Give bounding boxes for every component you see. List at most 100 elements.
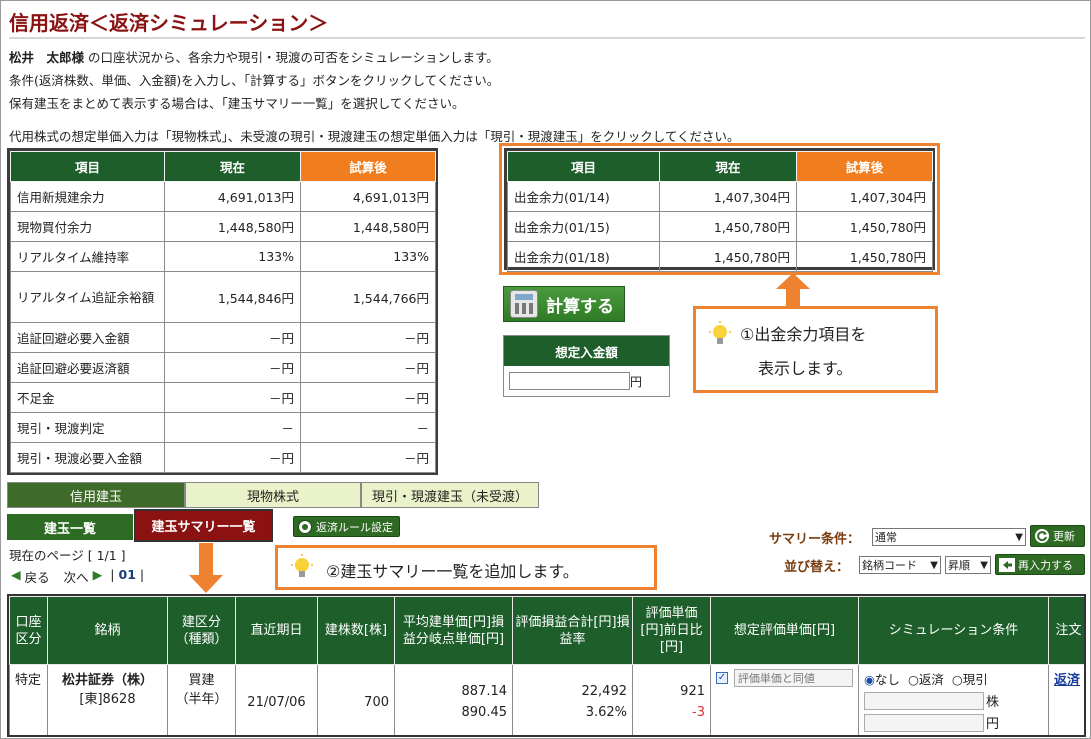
chevron-down-icon: ▼ — [930, 559, 938, 571]
update-label: 更新 — [1053, 530, 1075, 543]
col-avg-price: 平均建単価[円]損益分岐点単価[円] — [394, 596, 513, 665]
breakeven-price: 890.45 — [461, 705, 508, 720]
current-value: 1,450,780円 — [659, 241, 797, 272]
intro-text: の口座状況から、各余力や現引・現渡の可否をシミュレーションします。 — [84, 50, 499, 65]
col-after: 試算後 — [300, 151, 436, 182]
triangle-left-icon: ◀ — [11, 567, 21, 582]
page-separator: | — [110, 567, 115, 582]
reenter-button[interactable]: 再入力する — [995, 554, 1085, 575]
table-row: 追証回避必要返済額 －円 －円 — [10, 352, 436, 383]
repay-order-link[interactable]: 返済 — [1054, 673, 1080, 688]
settings-circle-icon — [298, 519, 312, 534]
withdrawal-table: 項目 現在 試算後 出金余力(01/14) 1,407,304円 1,407,304… — [507, 151, 933, 272]
deposit-box: 想定入金額 円 — [503, 335, 670, 397]
same-as-eval-checkbox[interactable]: ✓ — [716, 672, 728, 684]
repayment-rule-label: 返済ルール設定 — [316, 520, 393, 534]
page-number-link[interactable]: 01 — [119, 567, 136, 586]
repay-price-input[interactable] — [864, 713, 984, 732]
prev-link[interactable]: 戻る — [25, 567, 50, 586]
col-simulation: シミュレーション条件 — [858, 596, 1049, 665]
table-row: 不足金 －円 －円 — [10, 382, 436, 413]
table-row: 出金余力(01/18) 1,450,780円 1,450,780円 — [507, 241, 933, 272]
current-value: 4,691,013円 — [164, 181, 301, 212]
tab-cash-stocks[interactable]: 現物株式 — [185, 482, 361, 508]
row-label: 現物買付余力 — [10, 211, 165, 242]
position-list-button[interactable]: 建玉一覧 — [7, 514, 133, 540]
current-value: －円 — [164, 322, 301, 353]
avg-cell: 887.14 890.45 — [394, 664, 513, 735]
current-value: 1,450,780円 — [659, 211, 797, 242]
row-label: 不足金 — [10, 382, 165, 413]
col-qty: 建株数[株] — [317, 596, 395, 665]
row-label: リアルタイム追証余裕額 — [10, 271, 165, 323]
repayment-rule-button[interactable]: 返済ルール設定 — [293, 516, 400, 537]
eval-price: 921 — [680, 684, 705, 699]
radio-repay[interactable]: ○返済 — [908, 669, 944, 688]
type-cell: 買建 （半年） — [167, 664, 236, 735]
table-row: 信用新規建余力 4,691,013円 4,691,013円 — [10, 181, 436, 212]
next-link[interactable]: 次へ — [64, 567, 89, 586]
type-main: 買建 — [188, 673, 215, 688]
deposit-header: 想定入金額 — [504, 336, 669, 366]
after-value: 1,450,780円 — [796, 241, 933, 272]
current-value: －円 — [164, 382, 301, 413]
sort-order-select[interactable]: 昇順 ▼ — [945, 556, 991, 574]
col-account: 口座区分 — [9, 596, 48, 665]
after-value: －円 — [300, 352, 436, 383]
calculate-button[interactable]: 計算する — [503, 286, 625, 322]
radio-selected-icon: ◉ — [864, 672, 875, 687]
stock-cell: 松井証券（株） [東]8628 — [47, 664, 168, 735]
update-button[interactable]: 更新 — [1030, 525, 1085, 547]
refresh-icon — [1035, 529, 1049, 543]
radio-label: なし — [874, 672, 900, 687]
callout-withdrawal: ①出金余力項目を 表示します。 — [693, 306, 938, 393]
margin-summary-table: 項目 現在 試算後 信用新規建余力 4,691,013円 4,691,013円 現物… — [7, 148, 438, 475]
repay-qty-input[interactable] — [864, 691, 984, 710]
radio-delivery[interactable]: ○現引 — [952, 669, 988, 688]
price-change: -3 — [692, 705, 705, 720]
sim-cell: ◉なし ○返済 ○現引 株 円 — [858, 664, 1049, 735]
radio-label: 現引 — [962, 672, 988, 687]
position-summary-button[interactable]: 建玉サマリー一覧 — [134, 509, 273, 542]
radio-none[interactable]: ◉なし — [864, 669, 900, 688]
chevron-down-icon: ▼ — [1015, 531, 1023, 543]
col-type: 建区分（種類） — [167, 596, 236, 665]
stock-name: 松井証券（株） — [61, 673, 153, 688]
row-label: 追証回避必要入金額 — [10, 322, 165, 353]
margin-table: 項目 現在 試算後 信用新規建余力 4,691,013円 4,691,013円 現物… — [10, 151, 436, 473]
row-label: 出金余力(01/18) — [507, 241, 660, 272]
deposit-input[interactable] — [509, 372, 630, 390]
lightbulb-icon — [709, 321, 731, 344]
summary-condition-select[interactable]: 通常 ▼ — [872, 528, 1026, 546]
col-date: 直近期日 — [235, 596, 318, 665]
triangle-right-icon: ▶ — [92, 567, 103, 582]
col-after: 試算後 — [796, 151, 933, 182]
sort-key-value: 銘柄コード — [862, 559, 917, 572]
row-label: 出金余力(01/14) — [507, 181, 660, 212]
table-row: リアルタイム追証余裕額 1,544,846円 1,544,766円 — [10, 271, 436, 323]
back-arrow-icon — [999, 557, 1015, 572]
type-term: （半年） — [175, 692, 228, 707]
tab-delivery-positions[interactable]: 現引・現渡建玉（未受渡） — [361, 482, 539, 508]
table-row: 現引・現渡判定－－ — [10, 412, 436, 443]
assumed-cell: ✓ 評価単価と同値 — [710, 664, 859, 735]
row-label: 現引・現渡必要入金額 — [10, 442, 165, 473]
deposit-unit: 円 — [630, 374, 643, 389]
date-cell: 21/07/06 — [235, 664, 318, 735]
withdrawal-table-box: 項目 現在 試算後 出金余力(01/14) 1,407,304円 1,407,304… — [504, 148, 935, 272]
chevron-down-icon: ▼ — [980, 559, 988, 571]
page-title: 信用返済＜返済シミュレーション＞ — [9, 7, 1085, 39]
current-value: －円 — [164, 442, 301, 473]
table-row: 特定 松井証券（株） [東]8628 買建 （半年） 21/07/06 700 … — [9, 664, 1084, 735]
callout2-arrow-icon — [189, 543, 223, 593]
row-label: 信用新規建余力 — [10, 181, 165, 212]
assumed-price-input[interactable]: 評価単価と同値 — [733, 669, 853, 687]
after-value: －円 — [300, 442, 436, 473]
account-cell: 特定 — [9, 664, 48, 735]
col-item: 項目 — [10, 151, 165, 182]
positions-table-box: 口座区分 銘柄 建区分（種類） 直近期日 建株数[株] 平均建単価[円]損益分岐… — [7, 594, 1086, 737]
after-value: 1,407,304円 — [796, 181, 933, 212]
tab-margin-positions[interactable]: 信用建玉 — [7, 482, 185, 508]
sort-key-select[interactable]: 銘柄コード ▼ — [859, 556, 941, 574]
pagination: ◀ 戻る 次へ ▶ | 01 | — [11, 567, 144, 586]
